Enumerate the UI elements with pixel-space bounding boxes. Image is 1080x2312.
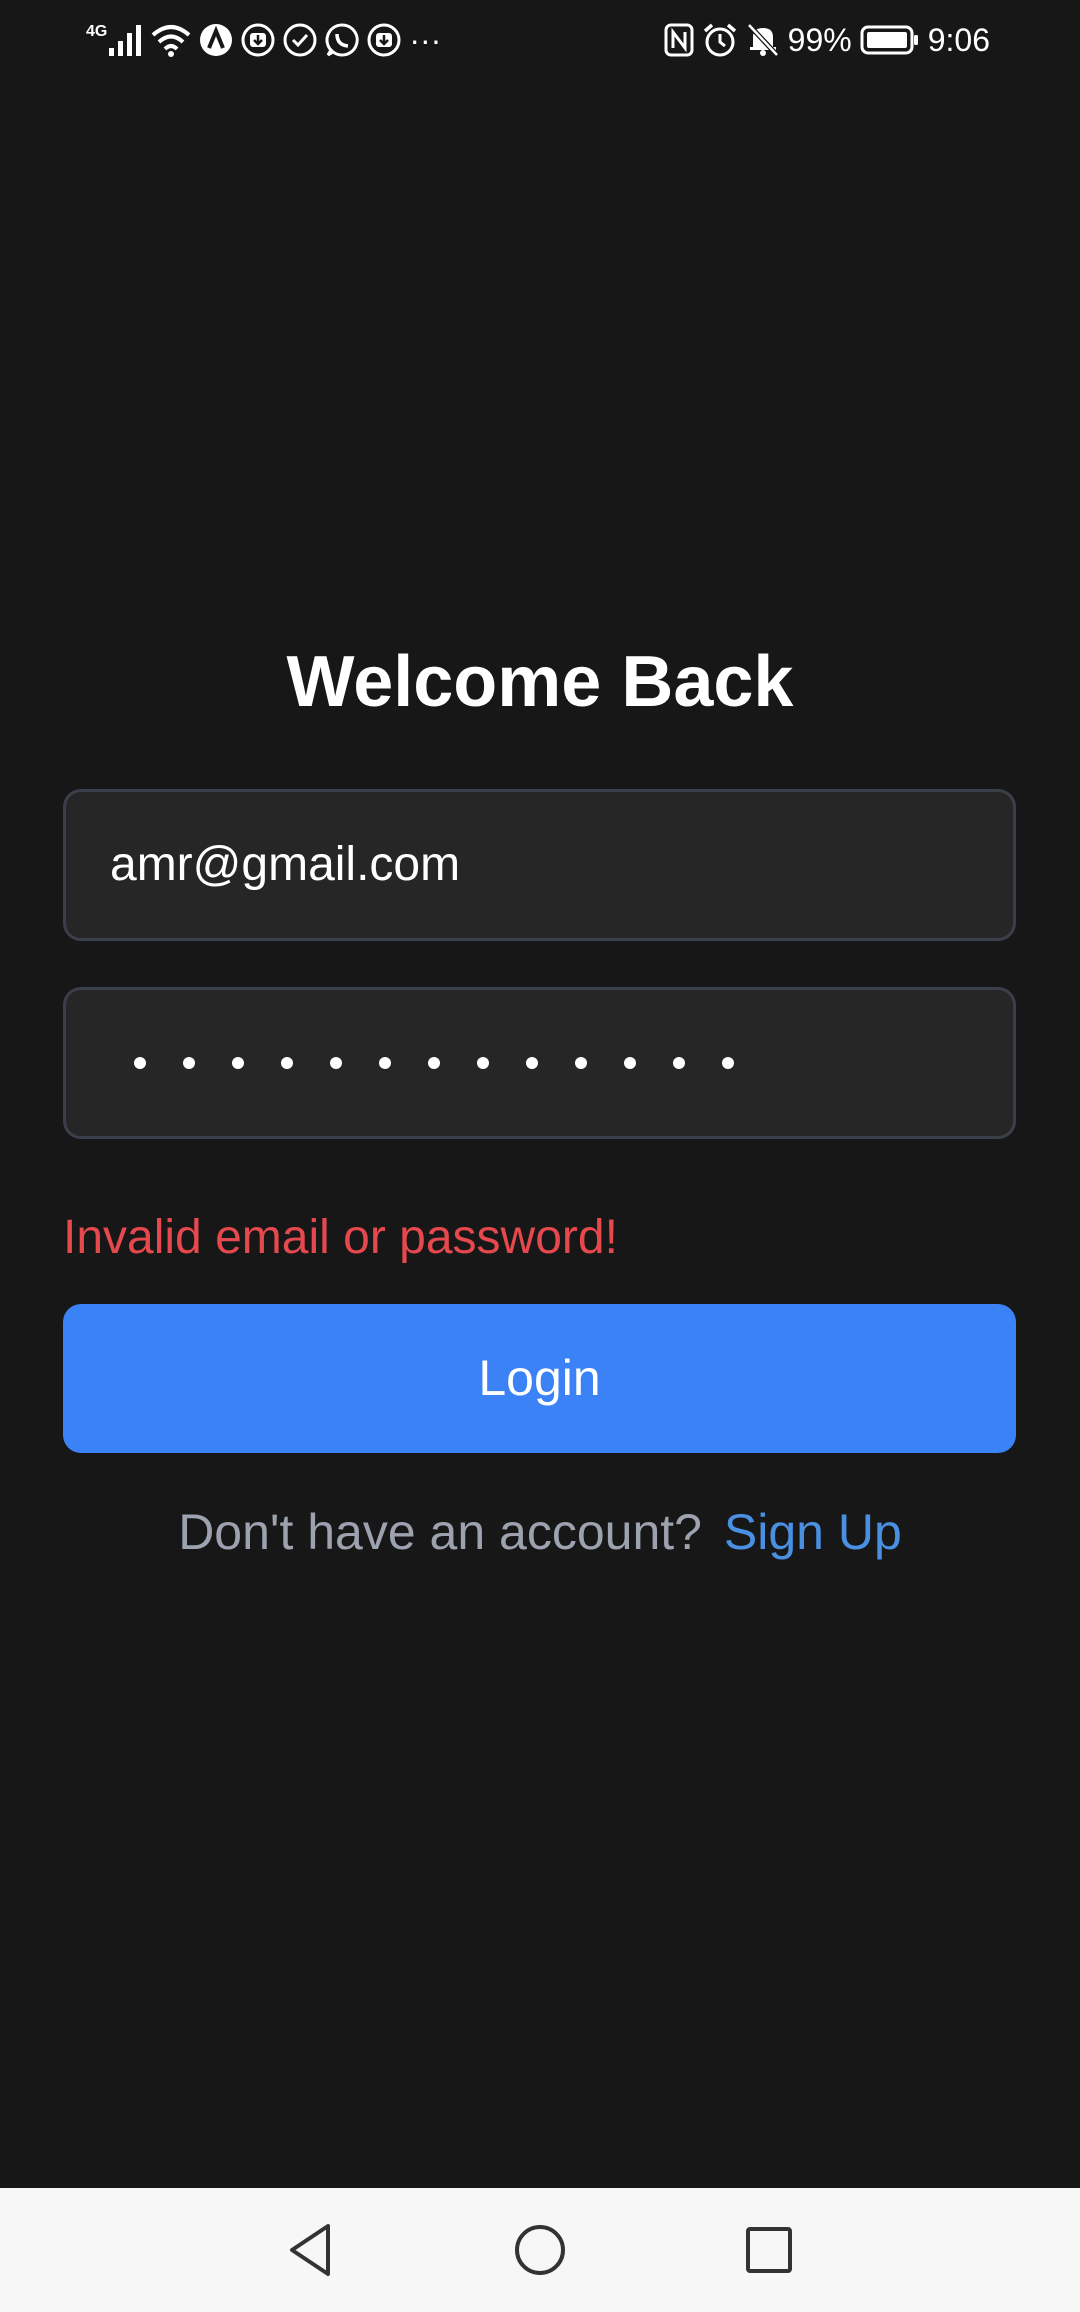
more-notifications-icon: ··· bbox=[409, 22, 442, 58]
login-button[interactable]: Login bbox=[63, 1304, 1016, 1453]
download-icon bbox=[367, 20, 401, 60]
password-mask bbox=[134, 990, 734, 1136]
password-mask-dot bbox=[134, 1057, 146, 1069]
email-field-value: amr@gmail.com bbox=[110, 838, 461, 891]
error-message: Invalid email or password! bbox=[63, 1211, 618, 1264]
battery-icon bbox=[860, 20, 920, 60]
status-left-icons: 4G ··· bbox=[86, 18, 441, 62]
password-mask-dot bbox=[722, 1057, 734, 1069]
clock: 9:06 bbox=[927, 22, 990, 58]
signup-prompt: Don't have an account? bbox=[178, 1504, 702, 1560]
home-icon[interactable] bbox=[502, 2212, 578, 2288]
wifi-icon bbox=[151, 20, 191, 60]
password-mask-dot bbox=[575, 1057, 587, 1069]
password-mask-dot bbox=[526, 1057, 538, 1069]
battery-percent: 99% bbox=[787, 22, 852, 58]
password-mask-dot bbox=[281, 1057, 293, 1069]
app-a-icon bbox=[199, 20, 233, 60]
password-mask-dot bbox=[183, 1057, 195, 1069]
status-right-icons: 99% 9:06 bbox=[664, 18, 990, 62]
signal-icon bbox=[109, 20, 143, 60]
password-mask-dot bbox=[330, 1057, 342, 1069]
whatsapp-icon bbox=[325, 20, 359, 60]
login-screen: 4G ··· 99% 9:06 Welcome Back amr@gmail.c… bbox=[0, 0, 1080, 2312]
bell-off-icon bbox=[746, 20, 780, 60]
download-icon bbox=[241, 20, 275, 60]
password-mask-dot bbox=[232, 1057, 244, 1069]
check-circle-icon bbox=[283, 20, 317, 60]
password-mask-dot bbox=[379, 1057, 391, 1069]
signup-link[interactable]: Sign Up bbox=[724, 1504, 902, 1560]
back-icon[interactable] bbox=[272, 2212, 348, 2288]
navigation-bar bbox=[0, 2188, 1080, 2312]
recents-icon[interactable] bbox=[731, 2212, 807, 2288]
alarm-icon bbox=[702, 20, 738, 60]
password-mask-dot bbox=[428, 1057, 440, 1069]
nfc-icon bbox=[664, 20, 694, 60]
password-mask-dot bbox=[477, 1057, 489, 1069]
password-mask-dot bbox=[673, 1057, 685, 1069]
page-title: Welcome Back bbox=[286, 642, 794, 722]
password-mask-dot bbox=[624, 1057, 636, 1069]
status-bar: 4G ··· 99% 9:06 bbox=[0, 0, 1080, 80]
signup-row: Don't have an account? Sign Up bbox=[0, 1500, 1080, 1564]
network-type-label: 4G bbox=[86, 23, 108, 40]
email-field[interactable]: amr@gmail.com bbox=[63, 789, 1016, 941]
password-field[interactable] bbox=[63, 987, 1016, 1139]
